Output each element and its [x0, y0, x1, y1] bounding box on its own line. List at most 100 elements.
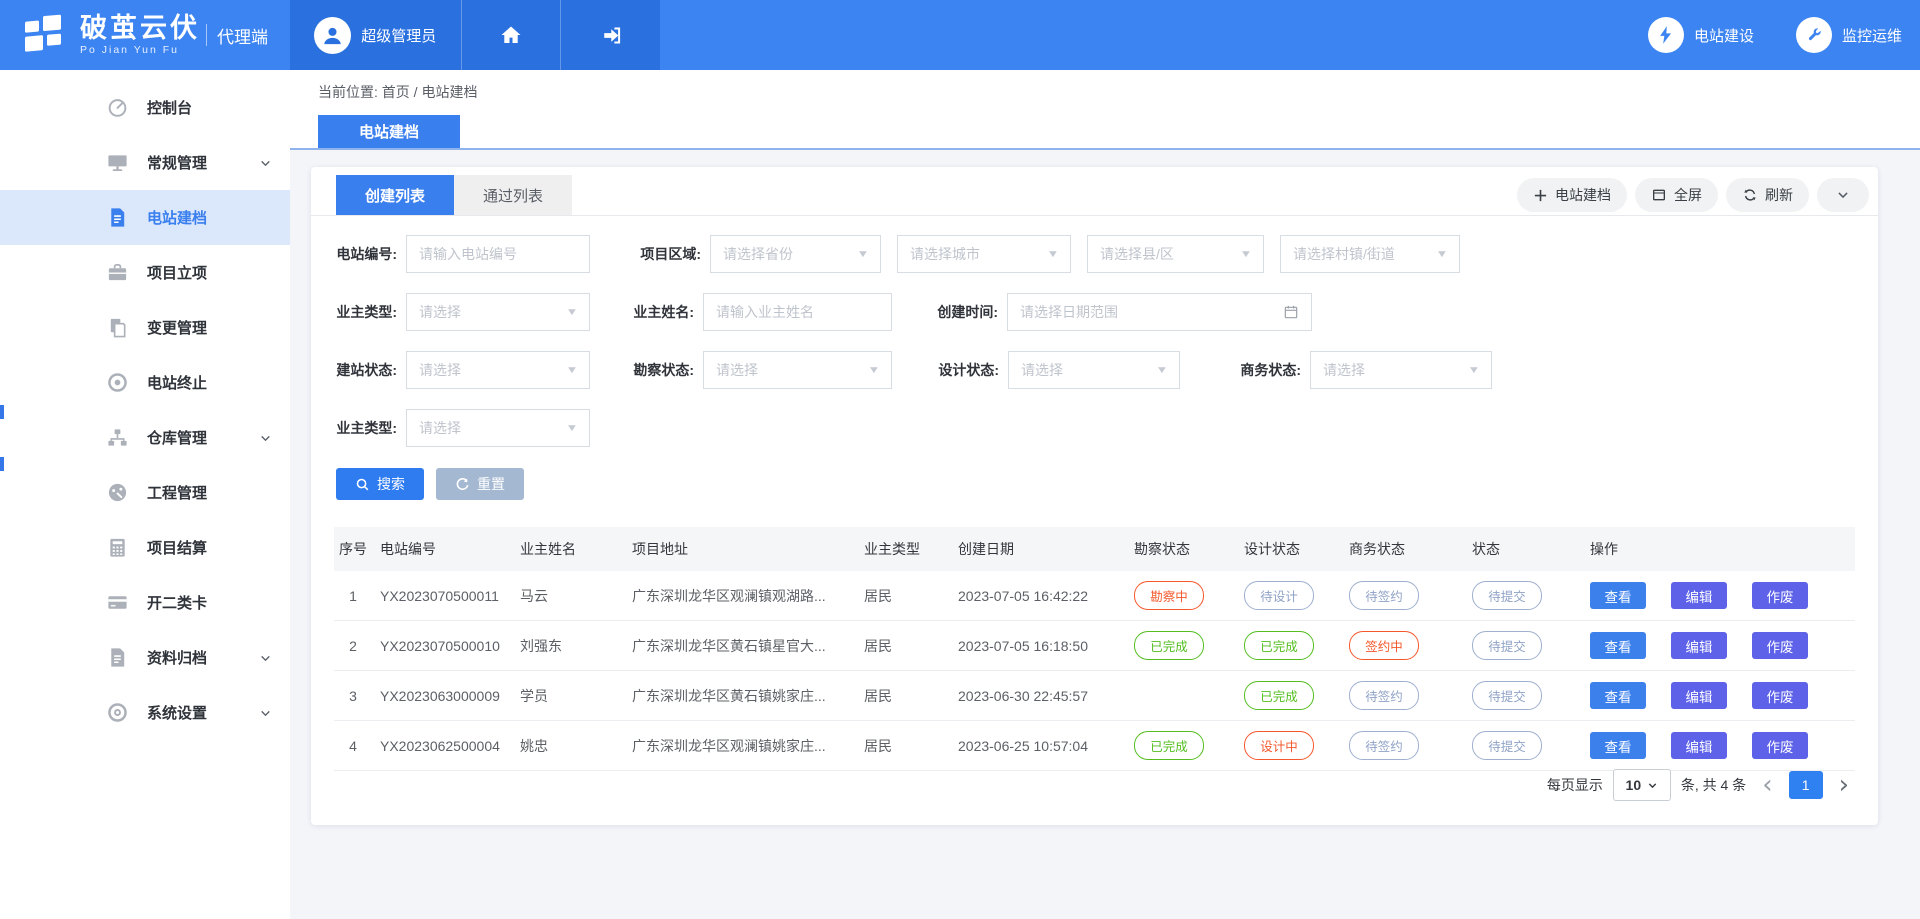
create-station-button[interactable]: 电站建档 — [1517, 178, 1627, 212]
tab-underline — [290, 148, 1920, 150]
owner-type2-select[interactable]: 请选择▼ — [406, 409, 590, 447]
monitor-icon — [105, 151, 129, 175]
next-page-button[interactable]: › — [1833, 772, 1855, 798]
sidebar-item-data-archive[interactable]: 资料归档 — [0, 630, 290, 685]
county-select[interactable]: 请选择县/区▼ — [1087, 235, 1264, 273]
chevron-down-icon — [259, 156, 272, 169]
chevron-down-icon — [259, 431, 272, 444]
business-status-label: 商务状态: — [1235, 360, 1301, 380]
void-button[interactable]: 作废 — [1752, 632, 1808, 659]
owner-type-label: 业主类型: — [331, 302, 397, 322]
chevron-down-icon: ▼ — [868, 365, 881, 376]
chevron-down-icon: ▼ — [1468, 365, 1481, 376]
calculator-icon — [105, 536, 129, 560]
calendar-icon — [1283, 304, 1299, 320]
card-icon — [105, 591, 129, 615]
sidebar-scroll-indicator — [0, 405, 4, 419]
breadcrumb-strip: 当前位置: 首页 / 电站建档 电站建档 — [290, 70, 1920, 148]
tabs-divider — [311, 215, 1878, 216]
col-design: 设计状态 — [1236, 527, 1341, 571]
edit-button[interactable]: 编辑 — [1671, 582, 1727, 609]
reset-icon — [455, 477, 470, 492]
edit-button[interactable]: 编辑 — [1671, 632, 1727, 659]
business-status-select[interactable]: 请选择▼ — [1310, 351, 1492, 389]
fullscreen-button[interactable]: 全屏 — [1635, 178, 1718, 212]
user-avatar-icon — [314, 17, 351, 54]
station-no-input[interactable] — [406, 235, 590, 273]
edit-button[interactable]: 编辑 — [1671, 682, 1727, 709]
sidebar-item-station-termination[interactable]: 电站终止 — [0, 355, 290, 410]
nav-station-construction[interactable]: 电站建设 — [1648, 17, 1754, 53]
status-badge: 待提交 — [1472, 631, 1542, 660]
refresh-icon — [1742, 187, 1758, 203]
view-button[interactable]: 查看 — [1590, 682, 1646, 709]
home-button[interactable] — [461, 0, 561, 70]
stop-circle-icon — [105, 371, 129, 395]
sidebar-item-project-settlement[interactable]: 项目结算 — [0, 520, 290, 575]
sidebar-item-change-mgmt[interactable]: 变更管理 — [0, 300, 290, 355]
view-button[interactable]: 查看 — [1590, 582, 1646, 609]
breadcrumb-home-link[interactable]: 首页 — [382, 84, 410, 100]
tab-create-list[interactable]: 创建列表 — [336, 175, 454, 215]
col-owner: 业主姓名 — [512, 527, 624, 571]
current-user[interactable]: 超级管理员 — [290, 0, 461, 70]
home-icon — [499, 23, 523, 47]
status-badge: 待提交 — [1472, 681, 1542, 710]
plus-icon — [1533, 188, 1548, 203]
col-status: 状态 — [1464, 527, 1582, 571]
breadcrumb-prefix: 当前位置: — [318, 84, 378, 100]
sidebar-item-station-archive[interactable]: 电站建档 — [0, 190, 290, 245]
sidebar-item-open-card[interactable]: 开二类卡 — [0, 575, 290, 630]
void-button[interactable]: 作废 — [1752, 732, 1808, 759]
reset-button[interactable]: 重置 — [436, 468, 524, 500]
sidebar-item-project-initiation[interactable]: 项目立项 — [0, 245, 290, 300]
current-page[interactable]: 1 — [1789, 771, 1823, 799]
tab-passed-list[interactable]: 通过列表 — [454, 175, 572, 215]
owner-type2-label: 业主类型: — [331, 418, 397, 438]
void-button[interactable]: 作废 — [1752, 582, 1808, 609]
survey-status-select[interactable]: 请选择▼ — [703, 351, 892, 389]
chevron-down-icon — [1647, 780, 1658, 791]
edit-button[interactable]: 编辑 — [1671, 732, 1727, 759]
sidebar-item-general-mgmt[interactable]: 常规管理 — [0, 135, 290, 190]
date-range-input[interactable]: 请选择日期范围 — [1007, 293, 1312, 331]
sidebar: 控制台 常规管理 电站建档 项目立项 — [0, 70, 290, 919]
collapse-toolbar-button[interactable] — [1817, 178, 1869, 212]
chevron-down-icon: ▼ — [1436, 249, 1449, 260]
main-panel: 创建列表 通过列表 电站建档 全屏 刷新 电站编号: 项目区域: — [311, 167, 1878, 825]
search-icon — [355, 477, 370, 492]
sitemap-icon — [105, 426, 129, 450]
page-tab-station-archive[interactable]: 电站建档 — [318, 115, 460, 148]
refresh-button[interactable]: 刷新 — [1726, 178, 1809, 212]
owner-name-input[interactable] — [703, 293, 892, 331]
city-select[interactable]: 请选择城市▼ — [897, 235, 1071, 273]
sidebar-item-warehouse-mgmt[interactable]: 仓库管理 — [0, 410, 290, 465]
survey-status-label: 勘察状态: — [628, 360, 694, 380]
build-status-select[interactable]: 请选择▼ — [406, 351, 590, 389]
sidebar-item-system-settings[interactable]: 系统设置 — [0, 685, 290, 740]
view-button[interactable]: 查看 — [1590, 732, 1646, 759]
list-tabs: 创建列表 通过列表 — [336, 175, 572, 215]
app-logo: 破茧云伏 Po Jian Yun Fu — [22, 0, 200, 70]
chevron-down-icon: ▼ — [566, 307, 579, 318]
per-page-select[interactable]: 10 — [1613, 769, 1671, 801]
prev-page-button[interactable]: ‹ — [1756, 772, 1778, 798]
col-station-no: 电站编号 — [372, 527, 512, 571]
sidebar-scroll-indicator — [0, 457, 4, 471]
chevron-down-icon: ▼ — [1047, 249, 1060, 260]
town-select[interactable]: 请选择村镇/街道▼ — [1280, 235, 1460, 273]
design-status-badge: 已完成 — [1244, 631, 1314, 660]
sidebar-item-engineering-mgmt[interactable]: 工程管理 — [0, 465, 290, 520]
search-button[interactable]: 搜索 — [336, 468, 424, 500]
void-button[interactable]: 作废 — [1752, 682, 1808, 709]
region-label: 项目区域: — [635, 244, 701, 264]
owner-type-select[interactable]: 请选择▼ — [406, 293, 590, 331]
design-status-select[interactable]: 请选择▼ — [1008, 351, 1180, 389]
col-created: 创建日期 — [950, 527, 1126, 571]
business-status-badge: 签约中 — [1349, 631, 1419, 660]
view-button[interactable]: 查看 — [1590, 632, 1646, 659]
nav-monitoring-ops[interactable]: 监控运维 — [1796, 17, 1902, 53]
province-select[interactable]: 请选择省份▼ — [710, 235, 881, 273]
sidebar-item-console[interactable]: 控制台 — [0, 80, 290, 135]
logout-button[interactable] — [560, 0, 660, 70]
